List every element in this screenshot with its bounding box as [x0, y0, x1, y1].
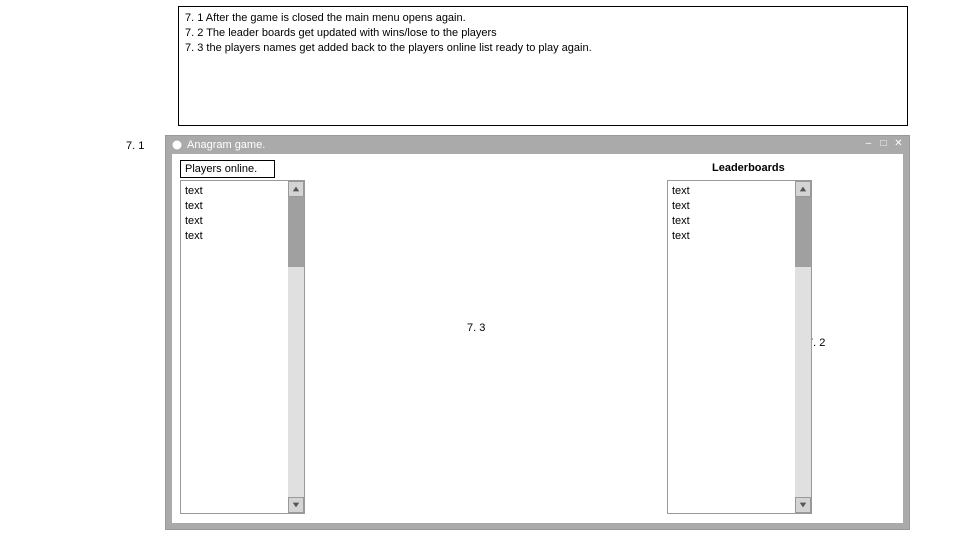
scroll-down-icon[interactable]: [795, 497, 811, 513]
leaderboards-label: Leaderboards: [712, 162, 785, 174]
description-box: 7. 1 After the game is closed the main m…: [178, 6, 908, 126]
close-button[interactable]: ✕: [892, 138, 905, 150]
list-item[interactable]: text: [185, 184, 300, 199]
scroll-up-icon[interactable]: [795, 181, 811, 197]
list-item[interactable]: text: [672, 229, 807, 244]
scroll-track[interactable]: [288, 267, 304, 497]
players-list-panel: text text text text: [180, 180, 305, 514]
description-line: 7. 1 After the game is closed the main m…: [185, 11, 901, 26]
scroll-thumb[interactable]: [795, 197, 811, 267]
leaderboards-list-panel: text text text text: [667, 180, 812, 514]
list-item[interactable]: text: [185, 199, 300, 214]
list-item[interactable]: text: [185, 214, 300, 229]
leaderboards-list-content: text text text text: [668, 181, 811, 246]
scroll-track[interactable]: [795, 267, 811, 497]
description-line: 7. 2 The leader boards get updated with …: [185, 26, 901, 41]
players-online-header: Players online.: [180, 160, 275, 178]
minimize-button[interactable]: –: [862, 138, 875, 150]
window-title: Anagram game.: [187, 139, 265, 151]
app-window: Anagram game. – □ ✕ Players online. 7. 3…: [165, 135, 910, 530]
list-item[interactable]: text: [672, 184, 807, 199]
app-icon: [172, 140, 182, 150]
client-area: Players online. 7. 3 text text text text…: [172, 154, 903, 523]
players-scrollbar[interactable]: [288, 181, 304, 513]
maximize-button[interactable]: □: [877, 138, 890, 150]
window-controls: – □ ✕: [862, 138, 905, 150]
list-item[interactable]: text: [185, 229, 300, 244]
annotation-71: 7. 1: [126, 140, 144, 152]
scroll-down-icon[interactable]: [288, 497, 304, 513]
titlebar[interactable]: Anagram game. – □ ✕: [166, 136, 909, 154]
list-item[interactable]: text: [672, 214, 807, 229]
scroll-up-icon[interactable]: [288, 181, 304, 197]
scroll-thumb[interactable]: [288, 197, 304, 267]
players-list-content: text text text text: [181, 181, 304, 246]
leaderboards-scrollbar[interactable]: [795, 181, 811, 513]
annotation-73: 7. 3: [467, 322, 485, 334]
description-line: 7. 3 the players names get added back to…: [185, 41, 901, 56]
list-item[interactable]: text: [672, 199, 807, 214]
